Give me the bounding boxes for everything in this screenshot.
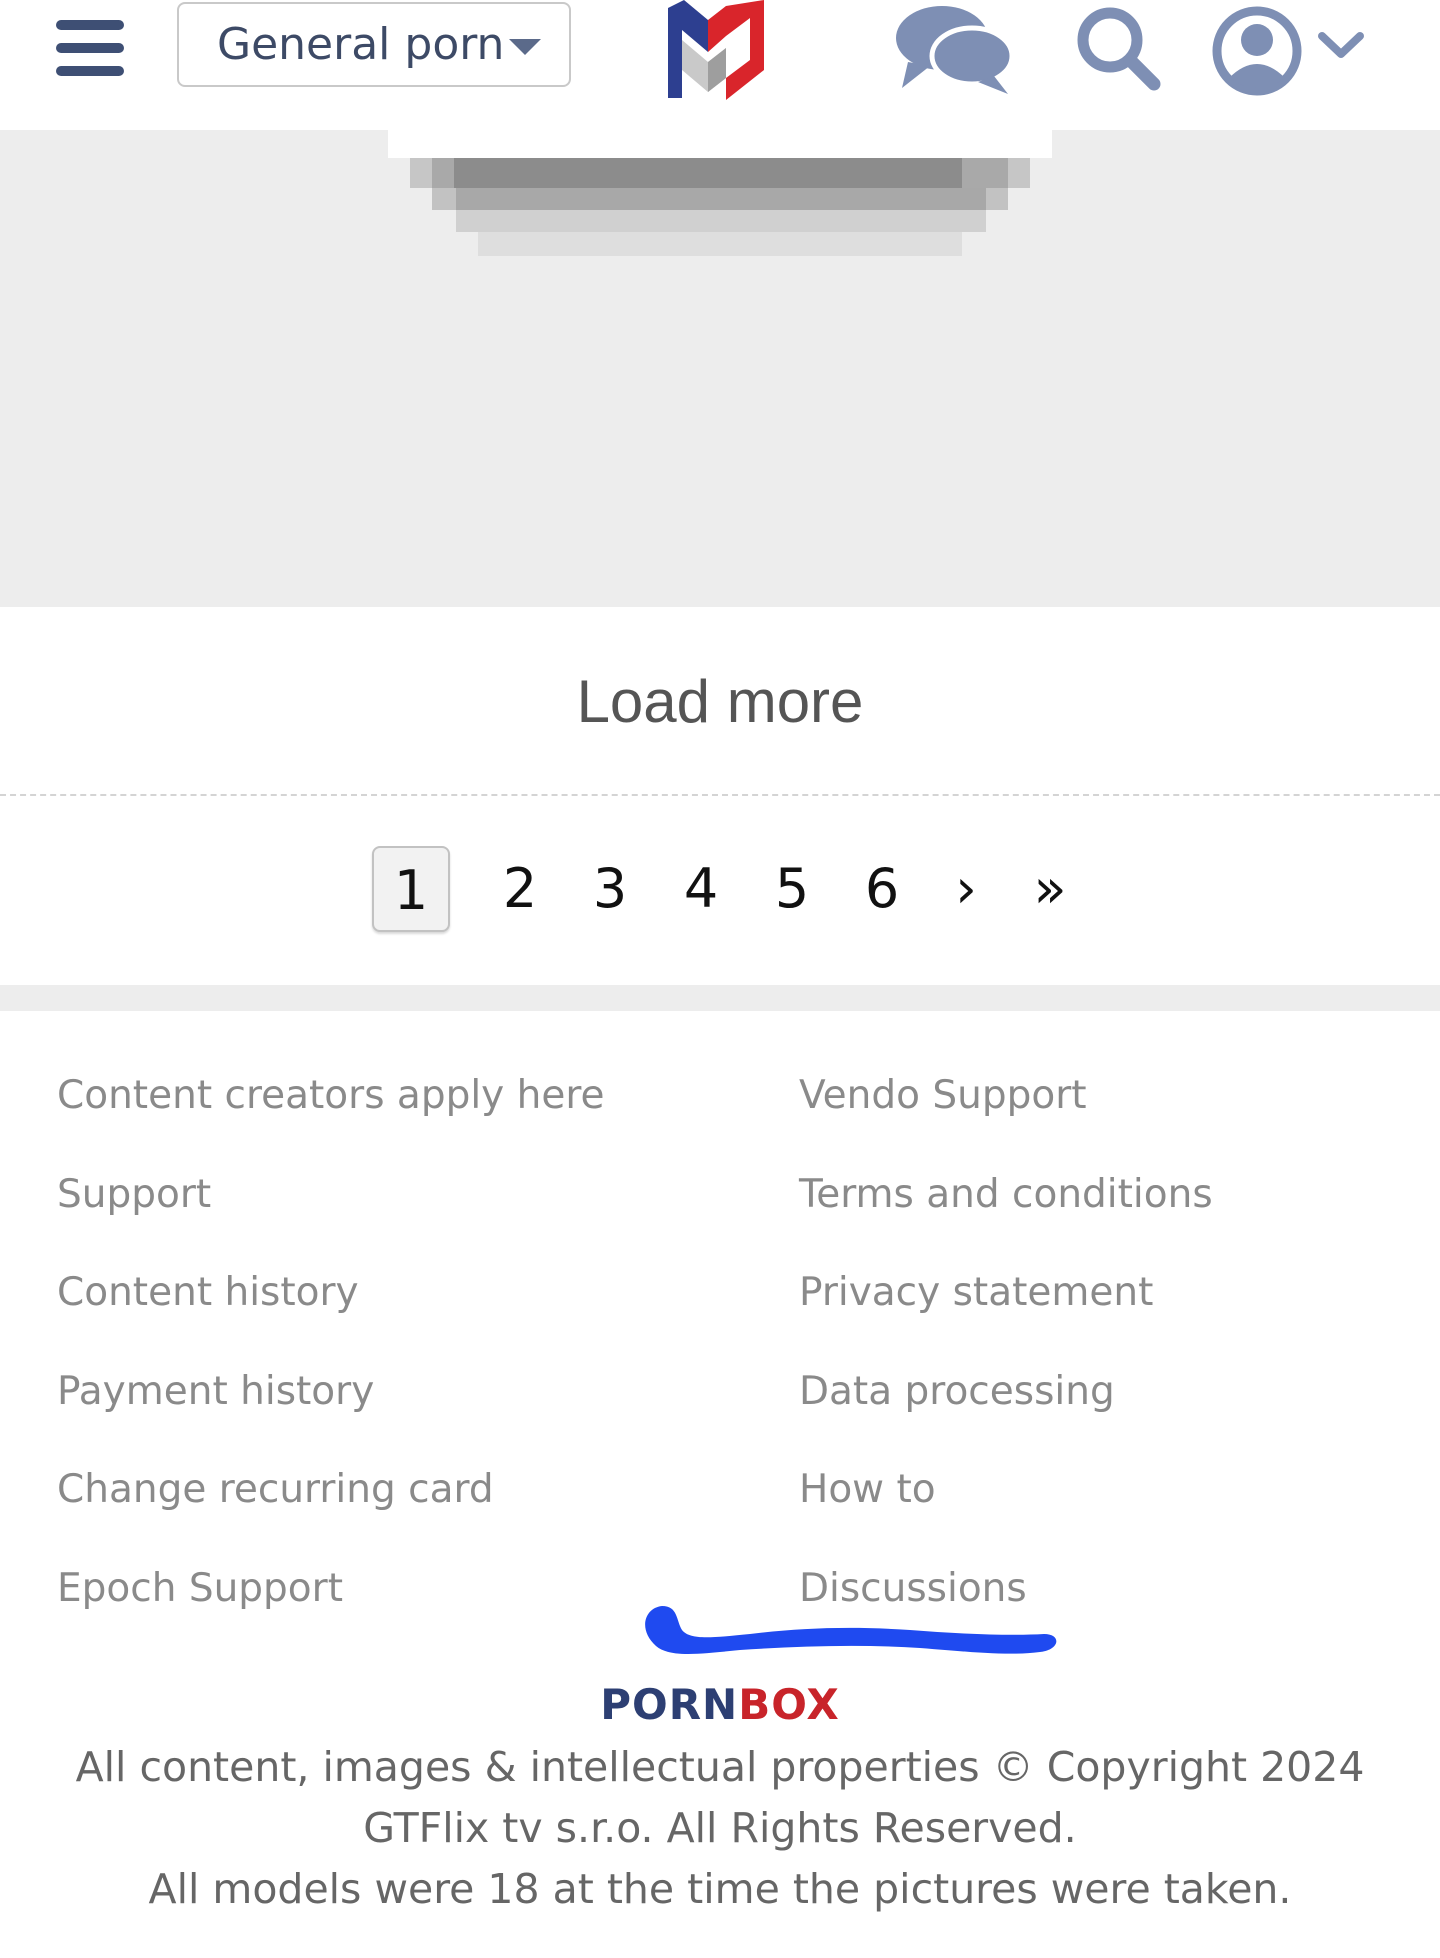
page-1-button[interactable]: 1 [372,846,450,932]
page-3-button[interactable]: 3 [580,846,640,932]
footer-brand-logo: PORNBOX [0,1680,1440,1729]
page-5-button[interactable]: 5 [762,846,822,932]
footer-link-content-history[interactable]: Content history [57,1270,359,1315]
chat-icon[interactable] [896,4,1014,94]
copyright-line-1: All content, images & intellectual prope… [75,1743,1365,1791]
footer-link-terms[interactable]: Terms and conditions [799,1172,1213,1217]
last-page-button[interactable]: » [1020,846,1080,932]
blurred-title-bar-6 [456,210,986,232]
page-6-button[interactable]: 6 [852,846,912,932]
brand-part-1: PORN [600,1680,739,1729]
caret-down-icon [509,39,541,55]
copyright-line-3: All models were 18 at the time the pictu… [148,1865,1292,1913]
copyright-line-2: GTFlix tv s.r.o. All Rights Reserved. [363,1804,1077,1852]
load-more-label: Load more [576,667,864,735]
search-icon[interactable] [1074,4,1162,92]
category-select[interactable]: General porn [177,2,571,87]
thumbnail-title-tab [388,130,1052,158]
chevron-down-icon[interactable] [1316,28,1366,62]
copyright-notice: All content, images & intellectual prope… [30,1737,1410,1920]
footer-link-payment-history[interactable]: Payment history [57,1369,374,1414]
footer-link-support[interactable]: Support [57,1172,211,1217]
footer-link-how-to[interactable]: How to [799,1467,936,1512]
page-4-button[interactable]: 4 [671,846,731,932]
category-select-value: General porn [217,19,505,70]
next-page-button[interactable]: › [936,846,996,932]
footer-link-content-creators[interactable]: Content creators apply here [57,1073,605,1118]
blurred-title-bar-5 [456,188,986,210]
footer-link-change-recurring-card[interactable]: Change recurring card [57,1467,494,1512]
menu-icon[interactable] [56,20,126,80]
user-icon[interactable] [1212,6,1302,96]
footer-link-data-processing[interactable]: Data processing [799,1369,1115,1414]
page-2-button[interactable]: 2 [490,846,550,932]
load-more-button[interactable]: Load more [0,608,1440,794]
redaction-scribble [645,1606,1057,1654]
footer-separator [0,985,1440,1011]
divider [0,794,1440,796]
footer-link-privacy[interactable]: Privacy statement [799,1270,1153,1315]
footer-link-vendo-support[interactable]: Vendo Support [799,1073,1087,1118]
footer-link-epoch-support[interactable]: Epoch Support [57,1566,343,1611]
blurred-title-bar-3 [454,158,962,188]
blurred-title-bar-7 [478,232,962,256]
brand-part-2: BOX [738,1680,840,1729]
site-logo[interactable] [666,0,768,104]
top-header: General porn [0,0,1440,130]
pagination: 1 2 3 4 5 6 › » [0,846,1440,938]
